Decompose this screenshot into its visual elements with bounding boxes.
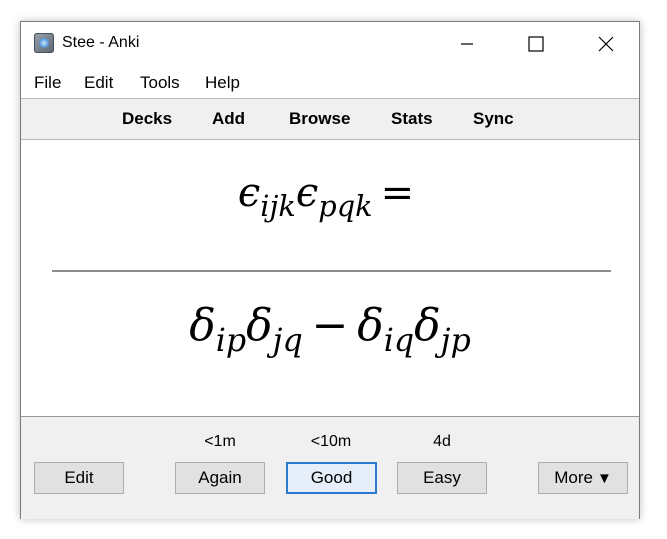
easy-button[interactable]: Easy: [397, 462, 487, 494]
good-button-label: Good: [310, 468, 353, 487]
front-symbol-2: ϵ: [295, 170, 319, 216]
minimize-icon: [461, 43, 473, 45]
menu-help[interactable]: Help: [205, 73, 240, 93]
answer-bar: <1m <10m 4d Edit Again Good Easy More ▼: [21, 416, 639, 519]
toolbar-stats-link[interactable]: Stats: [391, 109, 433, 129]
back-symbol-2: δ: [246, 300, 273, 351]
back-subscript-2: jq: [272, 323, 303, 360]
close-button[interactable]: [583, 22, 629, 66]
toolbar-add-link[interactable]: Add: [212, 109, 245, 129]
edit-button[interactable]: Edit: [34, 462, 124, 494]
card-view: ϵijkϵpqk = δipδjq − δiqδjp: [21, 140, 639, 416]
again-button[interactable]: Again: [175, 462, 265, 494]
menu-tools[interactable]: Tools: [140, 73, 180, 93]
maximize-button[interactable]: [513, 22, 559, 66]
good-button[interactable]: Good: [286, 462, 377, 494]
easy-interval: 4d: [433, 433, 451, 450]
toolbar-browse-link[interactable]: Browse: [289, 109, 350, 129]
minimize-button[interactable]: [444, 22, 490, 66]
again-interval: <1m: [204, 433, 236, 450]
more-button-label: More: [554, 468, 593, 487]
front-subscript-1: ijk: [260, 189, 296, 224]
close-icon: [598, 36, 614, 52]
chevron-down-icon: ▼: [596, 469, 612, 487]
front-equals-sign: =: [380, 170, 415, 216]
back-symbol-4: δ: [414, 300, 441, 351]
back-subscript-1: ip: [215, 323, 247, 360]
back-symbol-1: δ: [189, 300, 216, 351]
menu-file[interactable]: File: [34, 73, 61, 93]
main-toolbar: Decks Add Browse Stats Sync: [21, 98, 639, 140]
back-minus-sign: −: [311, 300, 349, 351]
easy-button-label: Easy: [423, 468, 461, 487]
window-title: Stee - Anki: [62, 34, 140, 51]
edit-button-label: Edit: [64, 468, 94, 487]
front-symbol-1: ϵ: [237, 170, 261, 216]
anki-window: Stee - Anki File Edit Tools Help Decks A…: [20, 21, 640, 519]
again-button-label: Again: [198, 468, 242, 487]
back-symbol-3: δ: [357, 300, 384, 351]
more-button[interactable]: More ▼: [538, 462, 628, 494]
menu-bar: File Edit Tools Help: [21, 66, 639, 98]
back-subscript-3: iq: [383, 323, 415, 360]
card-front-formula: ϵijkϵpqk =: [21, 170, 639, 220]
toolbar-sync-link[interactable]: Sync: [473, 109, 514, 129]
good-interval: <10m: [310, 433, 352, 450]
toolbar-decks-link[interactable]: Decks: [122, 109, 172, 129]
front-subscript-2: pqk: [318, 189, 373, 224]
anki-app-icon: [34, 33, 54, 53]
title-bar[interactable]: Stee - Anki: [21, 22, 639, 66]
card-back-formula: δipδjq − δiqδjp: [21, 300, 639, 357]
menu-edit[interactable]: Edit: [84, 73, 113, 93]
back-subscript-4: jp: [440, 323, 471, 360]
answer-divider: [52, 270, 611, 272]
maximize-icon: [528, 36, 544, 52]
